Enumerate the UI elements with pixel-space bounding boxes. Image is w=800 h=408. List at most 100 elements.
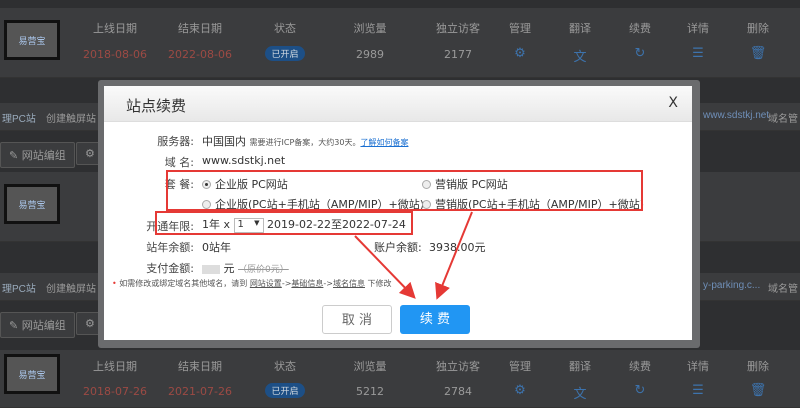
domain-info-link[interactable]: 域名信息 — [333, 279, 365, 288]
renew-icon[interactable]: ↻ — [610, 46, 670, 61]
header-views: 浏览量 — [353, 22, 387, 35]
trash-icon[interactable]: 🗑 — [728, 383, 788, 398]
term-unit: 1年 x — [202, 218, 231, 231]
detail-icon[interactable]: ☰ — [668, 383, 728, 398]
note-arrow: -> — [281, 279, 292, 288]
renew-button[interactable]: 续 费 — [400, 305, 470, 334]
user-gear-icon[interactable]: ⚙ — [490, 383, 550, 398]
package-option-1[interactable]: 企业版 PC网站 — [202, 176, 288, 192]
status-toggle[interactable]: 已开启 — [265, 46, 305, 61]
cancel-button[interactable]: 取 消 — [322, 305, 392, 334]
header-manage: 管理 — [509, 360, 531, 373]
package-option-label: 企业版 PC网站 — [215, 178, 288, 191]
views: 2989 — [356, 48, 384, 61]
radio-icon[interactable] — [422, 180, 431, 189]
package-option-label: 营销版 PC网站 — [435, 178, 508, 191]
status-toggle[interactable]: 已开启 — [265, 383, 305, 398]
header-delete: 删除 — [747, 360, 769, 373]
term-range: 2019-02-22至2022-07-24 — [267, 218, 406, 231]
package-option-label: 企业版(PC站+手机站（AMP/MIP）+微站) — [215, 198, 425, 211]
basic-info-link[interactable]: 基础信息 — [291, 279, 323, 288]
term-row: 1年 x 1 ▼ 2019-02-22至2022-07-24 — [202, 216, 406, 233]
pay-amount-blurred — [202, 264, 220, 274]
close-icon[interactable]: X — [668, 95, 678, 111]
radio-checked-icon[interactable] — [202, 180, 211, 189]
header-end-date: 结束日期 — [178, 22, 222, 35]
tab-manage-pc[interactable]: 理PC站 — [2, 280, 36, 296]
chevron-down-icon: ▼ — [254, 218, 260, 227]
domain-label: 域 名: — [164, 156, 194, 169]
server-value: 中国国内 需要进行ICP备案，大约30天。了解如何备案 — [202, 133, 408, 149]
icp-note: 需要进行ICP备案，大约30天。 — [249, 138, 361, 147]
header-renew: 续费 — [629, 22, 651, 35]
balance-value: 3938.00元 — [429, 241, 486, 254]
header-status: 状态 — [274, 360, 296, 373]
note-end: 下修改 — [367, 279, 392, 288]
domain-note: • 如需修改或绑定域名其他域名，请到 网站设置->基础信息->域名信息 下修改 — [112, 279, 392, 288]
visitors: 2177 — [444, 48, 472, 61]
balance-label: 账户余额: — [374, 241, 422, 254]
pay-unit: 元 — [223, 262, 235, 275]
header-translate: 翻译 — [569, 22, 591, 35]
header-visitors: 独立访客 — [436, 360, 480, 373]
header-status: 状态 — [274, 22, 296, 35]
translate-icon[interactable]: 文 — [550, 383, 610, 402]
header-end-date: 结束日期 — [178, 360, 222, 373]
start-date: 2018-08-06 — [83, 48, 147, 61]
remain-value: 0站年 — [202, 241, 231, 254]
start-date: 2018-07-26 — [83, 385, 147, 398]
note-text: 如需修改或绑定域名其他域名，请到 — [119, 279, 248, 288]
pay-label: 支付金额: — [146, 262, 194, 275]
translate-icon[interactable]: 文 — [550, 46, 610, 65]
pay-value: 元 （原价0元） — [202, 260, 289, 276]
dialog-header: 站点续费 X — [104, 86, 692, 122]
term-select-value: 1 — [237, 218, 244, 230]
server-label: 服务器: — [157, 135, 194, 148]
views: 5212 — [356, 385, 384, 398]
trash-icon[interactable]: 🗑 — [728, 46, 788, 61]
icp-help-link[interactable]: 了解如何备案 — [360, 138, 408, 147]
site-group-button[interactable]: ✎ 网站编组 — [0, 312, 75, 338]
edit-icon: ✎ — [9, 319, 19, 332]
package-option-label: 营销版(PC站+手机站（AMP/MIP）+微站) — [435, 198, 645, 211]
domain-value: www.sdstkj.net — [202, 154, 286, 167]
domain-manage-button[interactable]: 域名管 — [768, 110, 798, 125]
user-gear-icon[interactable]: ⚙ — [490, 46, 550, 61]
server-region: 中国国内 — [202, 135, 246, 148]
tab-create-mobile[interactable]: 创建触屏站 — [46, 110, 96, 125]
tab-manage-pc[interactable]: 理PC站 — [2, 110, 36, 126]
term-label: 开通年限: — [146, 220, 194, 233]
original-price: （原价0元） — [238, 265, 289, 275]
site-group-label: 网站编组 — [21, 319, 66, 332]
header-start-date: 上线日期 — [93, 360, 137, 373]
header-visitors: 独立访客 — [436, 22, 480, 35]
end-date: 2021-07-26 — [168, 385, 232, 398]
gear-icon: ⚙ — [85, 147, 95, 160]
renew-icon[interactable]: ↻ — [610, 383, 670, 398]
header-detail: 详情 — [687, 360, 709, 373]
site-settings-link[interactable]: 网站设置 — [250, 279, 282, 288]
domain-link[interactable]: y-parking.c... — [703, 280, 760, 291]
site-row-1: 易营宝 上线日期 结束日期 状态 浏览量 独立访客 管理 翻译 续费 详情 删除… — [0, 8, 800, 78]
remain-label: 站年余额: — [146, 241, 194, 254]
package-option-3[interactable]: 企业版(PC站+手机站（AMP/MIP）+微站) — [202, 196, 424, 212]
term-select[interactable]: 1 ▼ — [233, 217, 264, 233]
domain-manage-button[interactable]: 域名管 — [768, 280, 798, 295]
header-delete: 删除 — [747, 22, 769, 35]
radio-icon[interactable] — [422, 200, 431, 209]
package-option-2[interactable]: 营销版 PC网站 — [422, 176, 508, 192]
site-thumbnail: 易营宝 — [4, 184, 60, 224]
radio-icon[interactable] — [202, 200, 211, 209]
package-label: 套 餐: — [164, 178, 194, 191]
package-option-4[interactable]: 营销版(PC站+手机站（AMP/MIP）+微站) — [422, 196, 644, 212]
domain-link[interactable]: www.sdstkj.net — [703, 110, 769, 121]
gear-icon: ⚙ — [85, 317, 95, 330]
tab-create-mobile[interactable]: 创建触屏站 — [46, 280, 96, 295]
site-group-button[interactable]: ✎ 网站编组 — [0, 142, 75, 168]
dialog-title: 站点续费 — [126, 97, 187, 115]
detail-icon[interactable]: ☰ — [668, 46, 728, 61]
header-views: 浏览量 — [353, 360, 387, 373]
header-detail: 详情 — [687, 22, 709, 35]
header-translate: 翻译 — [569, 360, 591, 373]
note-arrow: -> — [323, 279, 333, 288]
